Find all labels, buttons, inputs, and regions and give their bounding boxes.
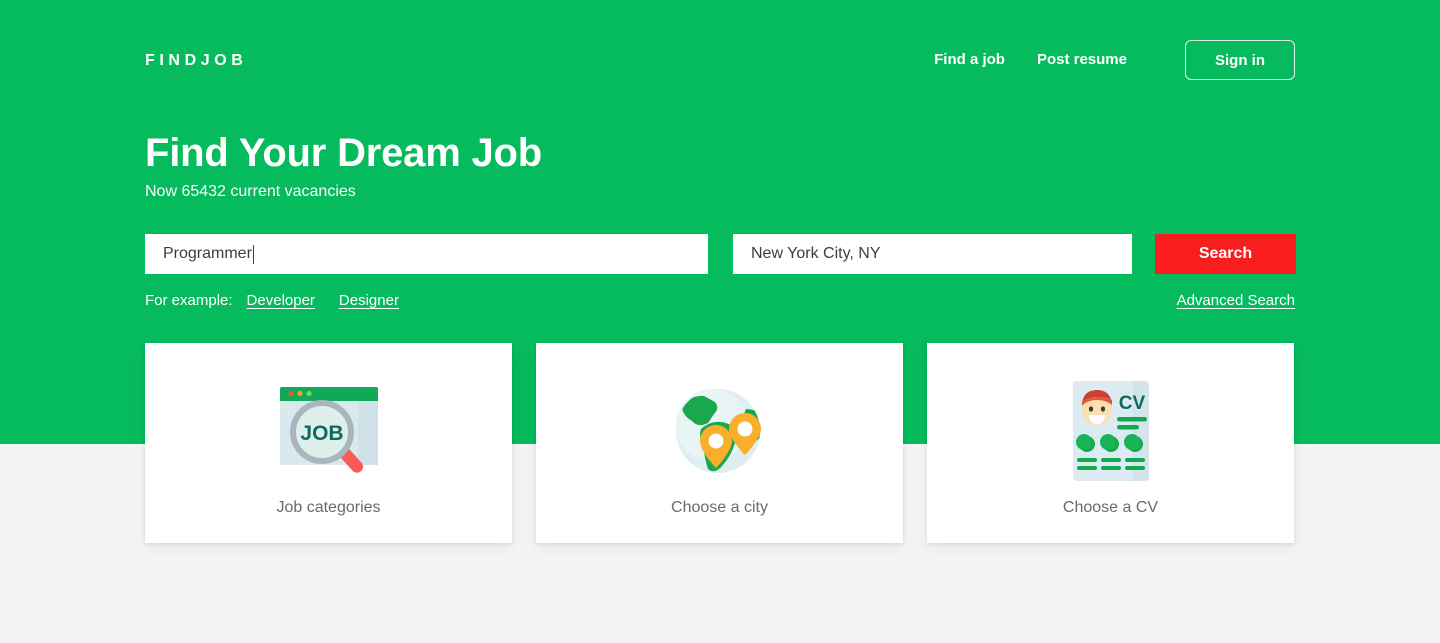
- search-bar: Programmer New York City, NY Search: [145, 234, 1296, 274]
- nav-item-post-resume[interactable]: Post resume: [1037, 50, 1127, 70]
- card-label-job-categories: Job categories: [276, 499, 381, 516]
- sign-in-button[interactable]: Sign in: [1185, 40, 1295, 80]
- advanced-search-link[interactable]: Advanced Search: [1177, 292, 1295, 310]
- text-cursor: [252, 244, 254, 264]
- card-label-choose-a-cv: Choose a CV: [1062, 499, 1159, 516]
- card-job-categories[interactable]: JOB Job categories: [145, 343, 512, 543]
- location-search-value: New York City, NY: [751, 245, 881, 262]
- card-choose-a-cv[interactable]: CV Choose a CV: [927, 343, 1294, 543]
- nav-item-find-a-job[interactable]: Find a job: [934, 50, 1005, 70]
- card-choose-a-city[interactable]: Choose a city: [536, 343, 903, 543]
- cv-document-icon: CV: [1056, 376, 1166, 486]
- page-root: FINDJOB Find a job Post resume Sign in F…: [0, 0, 1440, 643]
- job-search-browser-icon: JOB: [274, 376, 384, 486]
- svg-text:CV: CV: [1118, 393, 1145, 414]
- keyword-search-value: Programmer: [163, 245, 252, 262]
- location-search-input[interactable]: New York City, NY: [733, 234, 1132, 274]
- brand-logo[interactable]: FINDJOB: [145, 51, 247, 71]
- svg-text:JOB: JOB: [300, 422, 343, 445]
- example-searches-label: For example:: [145, 292, 233, 309]
- quick-links-cards: JOB Job categories Choose a city CV Choo…: [145, 343, 1296, 543]
- example-link-designer[interactable]: Designer: [339, 292, 399, 310]
- keyword-search-input[interactable]: Programmer: [145, 234, 708, 274]
- site-header: FINDJOB Find a job Post resume Sign in: [0, 0, 1440, 120]
- search-button[interactable]: Search: [1155, 234, 1296, 274]
- card-label-choose-a-city: Choose a city: [671, 499, 768, 516]
- page-title: Find Your Dream Job: [145, 131, 543, 175]
- example-searches: For example: Developer Designer: [145, 292, 423, 310]
- globe-pins-icon: [665, 376, 775, 486]
- main-nav: Find a job Post resume Sign in: [934, 40, 1295, 80]
- vacancy-count-text: Now 65432 current vacancies: [145, 183, 356, 200]
- example-link-developer[interactable]: Developer: [247, 292, 315, 310]
